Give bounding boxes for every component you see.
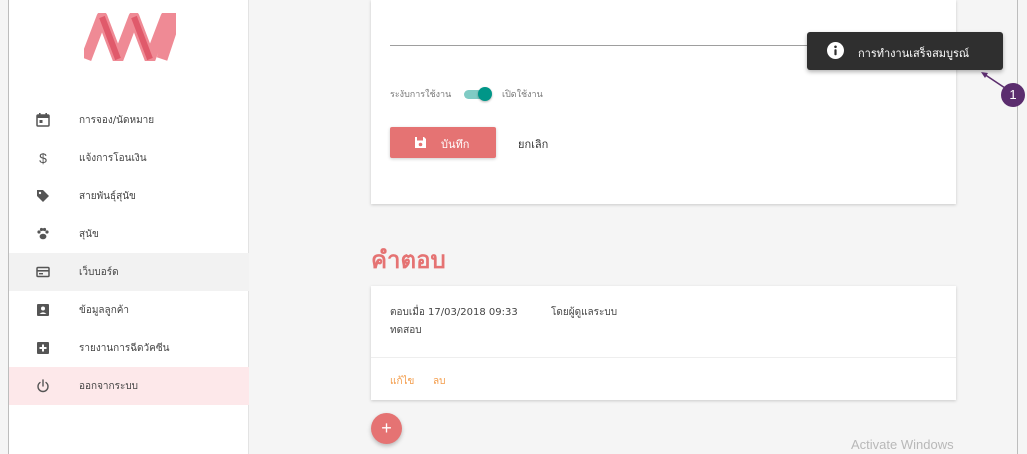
- answer-author: โดยผู้ดูแลระบบ: [551, 307, 618, 318]
- sidebar-item-breeds[interactable]: สายพันธุ์สุนัข: [9, 177, 249, 215]
- sidebar-item-label: สุนัข: [79, 228, 99, 240]
- delete-answer-link[interactable]: ลบ: [433, 374, 445, 389]
- floppy-disk-icon: [415, 137, 426, 148]
- card-icon: [35, 264, 51, 280]
- brand-logo: [84, 13, 176, 61]
- sidebar-nav: การจอง/นัดหมาย $ แจ้งการโอนเงิน สายพันธุ…: [9, 101, 249, 405]
- success-toast: การทำงานเสร็จสมบูรณ์: [807, 32, 1003, 70]
- answer-card: ตอบเมื่อ 17/03/2018 09:33 โดยผู้ดูแลระบบ…: [371, 286, 956, 400]
- save-button[interactable]: บันทึก: [390, 127, 496, 158]
- sidebar-item-webboard[interactable]: เว็บบอร์ด: [9, 253, 249, 291]
- disable-label: ระงับการใช้งาน: [390, 90, 452, 100]
- sidebar-item-label: ออกจากระบบ: [79, 380, 139, 392]
- sidebar-item-customers[interactable]: ข้อมูลลูกค้า: [9, 291, 249, 329]
- cancel-button[interactable]: ยกเลิก: [518, 135, 548, 153]
- answer-timestamp: ตอบเมื่อ 17/03/2018 09:33: [390, 307, 518, 318]
- text-field-underline[interactable]: [390, 45, 810, 46]
- sidebar-item-label: ข้อมูลลูกค้า: [79, 304, 130, 316]
- answers-heading: คำตอบ: [371, 246, 446, 274]
- account-box-icon: [35, 302, 51, 318]
- add-answer-button[interactable]: +: [371, 413, 402, 444]
- sidebar-item-payment[interactable]: $ แจ้งการโอนเงิน: [9, 139, 249, 177]
- save-button-label: บันทึก: [441, 139, 470, 151]
- edit-answer-link[interactable]: แก้ไข: [390, 374, 414, 389]
- divider: [371, 357, 956, 358]
- plus-box-icon: [35, 340, 51, 356]
- edit-form-card: ระงับการใช้งาน เปิดใช้งาน บันทึก ยกเลิก: [371, 0, 956, 204]
- sidebar-item-label: สายพันธุ์สุนัข: [79, 190, 136, 202]
- info-icon: [827, 42, 844, 59]
- answer-body: ทดสอบ: [390, 325, 422, 336]
- dollar-icon: $: [39, 150, 47, 166]
- sidebar-item-dogs[interactable]: สุนัข: [9, 215, 249, 253]
- status-toggle[interactable]: [462, 87, 492, 101]
- power-icon: [35, 378, 51, 394]
- activate-windows-watermark: Activate Windows: [851, 437, 954, 452]
- sidebar-item-label: การจอง/นัดหมาย: [79, 114, 155, 126]
- calendar-icon: [35, 112, 51, 128]
- sidebar-item-logout[interactable]: ออกจากระบบ: [9, 367, 249, 405]
- sidebar-item-booking[interactable]: การจอง/นัดหมาย: [9, 101, 249, 139]
- toggle-thumb: [478, 87, 492, 101]
- toast-message: การทำงานเสร็จสมบูรณ์: [858, 47, 970, 60]
- tag-icon: [35, 188, 51, 204]
- paw-icon: [35, 226, 51, 242]
- sidebar-item-label: แจ้งการโอนเงิน: [79, 152, 147, 164]
- sidebar-item-label: เว็บบอร์ด: [79, 266, 119, 278]
- sidebar-item-label: รายงานการฉีดวัคซีน: [79, 342, 170, 354]
- sidebar-item-vaccine-report[interactable]: รายงานการฉีดวัคซีน: [9, 329, 249, 367]
- sidebar: การจอง/นัดหมาย $ แจ้งการโอนเงิน สายพันธุ…: [9, 0, 249, 454]
- enable-label: เปิดใช้งาน: [502, 90, 543, 100]
- annotation-marker: 1: [1001, 83, 1025, 107]
